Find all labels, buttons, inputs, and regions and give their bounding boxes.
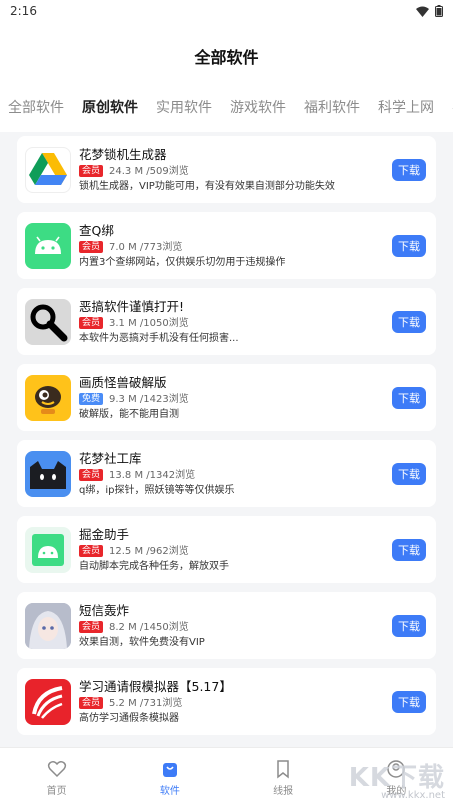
app-name: 查Q绑 — [79, 222, 114, 238]
free-badge: 免费 — [79, 393, 104, 405]
list-item[interactable]: 短信轰炸 会员 8.2 M /1450浏览 效果自测，软件免费没有VIP 下载 — [17, 592, 436, 659]
app-info: 掘金助手 会员 12.5 M /962浏览 自动脚本完成各种任务，解放双手 — [79, 527, 386, 573]
download-button[interactable]: 下载 — [392, 538, 426, 561]
app-name: 画质怪兽破解版 — [79, 374, 167, 390]
tab-welfare[interactable]: 福利软件 — [304, 97, 360, 117]
heart-icon — [47, 760, 66, 777]
app-size-views: 3.1 M /1050浏览 — [109, 317, 189, 329]
nav-tips-label: 线报 — [273, 785, 294, 797]
app-size-views: 5.2 M /731浏览 — [109, 697, 183, 709]
vip-badge: 会员 — [79, 317, 104, 329]
app-description: 效果自测，软件免费没有VIP — [79, 636, 205, 648]
page-title: 全部软件 — [194, 48, 259, 67]
tab-utility[interactable]: 实用软件 — [156, 97, 212, 117]
android-icon — [25, 222, 71, 269]
xuexitong-icon — [25, 678, 71, 725]
watermark-url: www.kkx.net — [381, 790, 445, 801]
nav-tips[interactable]: 线报 — [248, 759, 318, 797]
magnifier-icon — [25, 298, 71, 345]
app-list: 花梦锁机生成器 会员 24.3 M /509浏览 锁机生成器，VIP功能可用，有… — [0, 136, 453, 744]
app-size-views: 9.3 M /1423浏览 — [109, 393, 189, 405]
app-description: 内置3个查绑网站，仅供娱乐切勿用于违规操作 — [79, 256, 286, 268]
vip-badge: 会员 — [79, 697, 104, 709]
app-info: 查Q绑 会员 7.0 M /773浏览 内置3个查绑网站，仅供娱乐切勿用于违规操… — [79, 223, 386, 269]
app-meta: 会员 13.8 M /1342浏览 — [79, 469, 386, 482]
app-info: 恶搞软件谨慎打开! 会员 3.1 M /1050浏览 本软件为恶搞对手机没有任何… — [79, 299, 386, 345]
download-button[interactable]: 下载 — [392, 462, 426, 485]
app-meta: 会员 3.1 M /1050浏览 — [79, 317, 386, 330]
app-meta: 会员 24.3 M /509浏览 — [79, 165, 386, 178]
status-time: 2:16 — [10, 4, 37, 18]
vip-badge: 会员 — [79, 165, 104, 177]
app-description: 本软件为恶搞对手机没有任何损害... — [79, 332, 239, 344]
battery-icon — [435, 5, 443, 17]
app-meta: 会员 7.0 M /773浏览 — [79, 241, 386, 254]
watermark-logo: KK下载 — [348, 763, 445, 793]
app-meta: 会员 12.5 M /962浏览 — [79, 545, 386, 558]
app-name: 学习通请假模拟器【5.17】 — [79, 678, 232, 694]
app-size-views: 8.2 M /1450浏览 — [109, 621, 189, 633]
nav-software[interactable]: 软件 — [135, 759, 205, 797]
download-button[interactable]: 下载 — [392, 386, 426, 409]
app-name: 花梦社工库 — [79, 450, 142, 466]
list-item[interactable]: 画质怪兽破解版 免费 9.3 M /1423浏览 破解版，能不能用自测 下载 — [17, 364, 436, 431]
nav-software-label: 软件 — [159, 785, 180, 797]
list-item[interactable]: 恶搞软件谨慎打开! 会员 3.1 M /1050浏览 本软件为恶搞对手机没有任何… — [17, 288, 436, 355]
app-size-views: 12.5 M /962浏览 — [109, 545, 189, 557]
app-meta: 会员 5.2 M /731浏览 — [79, 697, 386, 710]
list-item[interactable]: 查Q绑 会员 7.0 M /773浏览 内置3个查绑网站，仅供娱乐切勿用于违规操… — [17, 212, 436, 279]
tab-games[interactable]: 游戏软件 — [230, 97, 286, 117]
download-button[interactable]: 下载 — [392, 310, 426, 333]
monster-icon — [25, 374, 71, 421]
android-grid-icon — [25, 526, 71, 573]
vip-badge: 会员 — [79, 241, 104, 253]
app-description: q绑，ip探针，照妖镜等等仅供娱乐 — [79, 484, 235, 496]
app-name: 花梦锁机生成器 — [79, 146, 167, 162]
watermark: KK下载 www.kkx.net — [349, 757, 445, 801]
app-name: 短信轰炸 — [79, 602, 130, 618]
app-description: 锁机生成器，VIP功能可用，有没有效果自测部分功能失效 — [79, 180, 335, 192]
download-button[interactable]: 下载 — [392, 690, 426, 713]
app-name: 掘金助手 — [79, 526, 130, 542]
tab-vpn[interactable]: 科学上网 — [378, 97, 434, 117]
download-button[interactable]: 下载 — [392, 614, 426, 637]
header: 全部软件 全部软件 原创软件 实用软件 游戏软件 福利软件 科学上网 学习 — [0, 22, 453, 132]
app-name: 恶搞软件谨慎打开! — [79, 298, 185, 314]
download-button[interactable]: 下载 — [392, 158, 426, 181]
app-size-views: 7.0 M /773浏览 — [109, 241, 183, 253]
tab-all[interactable]: 全部软件 — [8, 97, 64, 117]
nav-home-label: 首页 — [46, 785, 67, 797]
app-info: 短信轰炸 会员 8.2 M /1450浏览 效果自测，软件免费没有VIP — [79, 603, 386, 649]
app-info: 画质怪兽破解版 免费 9.3 M /1423浏览 破解版，能不能用自测 — [79, 375, 386, 421]
app-meta: 免费 9.3 M /1423浏览 — [79, 393, 386, 406]
nav-home[interactable]: 首页 — [22, 759, 92, 797]
google-drive-icon — [25, 146, 71, 193]
app-info: 花梦锁机生成器 会员 24.3 M /509浏览 锁机生成器，VIP功能可用，有… — [79, 147, 386, 193]
download-button[interactable]: 下载 — [392, 234, 426, 257]
list-item[interactable]: 花梦社工库 会员 13.8 M /1342浏览 q绑，ip探针，照妖镜等等仅供娱… — [17, 440, 436, 507]
bookmark-icon — [277, 759, 289, 779]
tab-original[interactable]: 原创软件 — [82, 97, 138, 117]
app-description: 高仿学习通假条模拟器 — [79, 712, 179, 724]
list-item[interactable]: 学习通请假模拟器【5.17】 会员 5.2 M /731浏览 高仿学习通假条模拟… — [17, 668, 436, 735]
vip-badge: 会员 — [79, 621, 104, 633]
anime-avatar-icon — [25, 602, 71, 649]
app-meta: 会员 8.2 M /1450浏览 — [79, 621, 386, 634]
vip-badge: 会员 — [79, 469, 104, 481]
app-size-views: 13.8 M /1342浏览 — [109, 469, 196, 481]
bag-icon — [162, 762, 177, 777]
app-description: 自动脚本完成各种任务，解放双手 — [79, 560, 229, 572]
app-description: 破解版，能不能用自测 — [79, 408, 179, 420]
vip-badge: 会员 — [79, 545, 104, 557]
list-item[interactable]: 掘金助手 会员 12.5 M /962浏览 自动脚本完成各种任务，解放双手 下载 — [17, 516, 436, 583]
app-size-views: 24.3 M /509浏览 — [109, 165, 189, 177]
list-item[interactable]: 花梦锁机生成器 会员 24.3 M /509浏览 锁机生成器，VIP功能可用，有… — [17, 136, 436, 203]
wifi-icon — [416, 6, 429, 17]
status-icons — [416, 5, 443, 17]
app-info: 学习通请假模拟器【5.17】 会员 5.2 M /731浏览 高仿学习通假条模拟… — [79, 679, 386, 725]
category-tabs: 全部软件 原创软件 实用软件 游戏软件 福利软件 科学上网 学习 — [0, 92, 453, 122]
status-bar: 2:16 — [0, 0, 453, 22]
app-info: 花梦社工库 会员 13.8 M /1342浏览 q绑，ip探针，照妖镜等等仅供娱… — [79, 451, 386, 497]
cat-icon — [25, 450, 71, 497]
